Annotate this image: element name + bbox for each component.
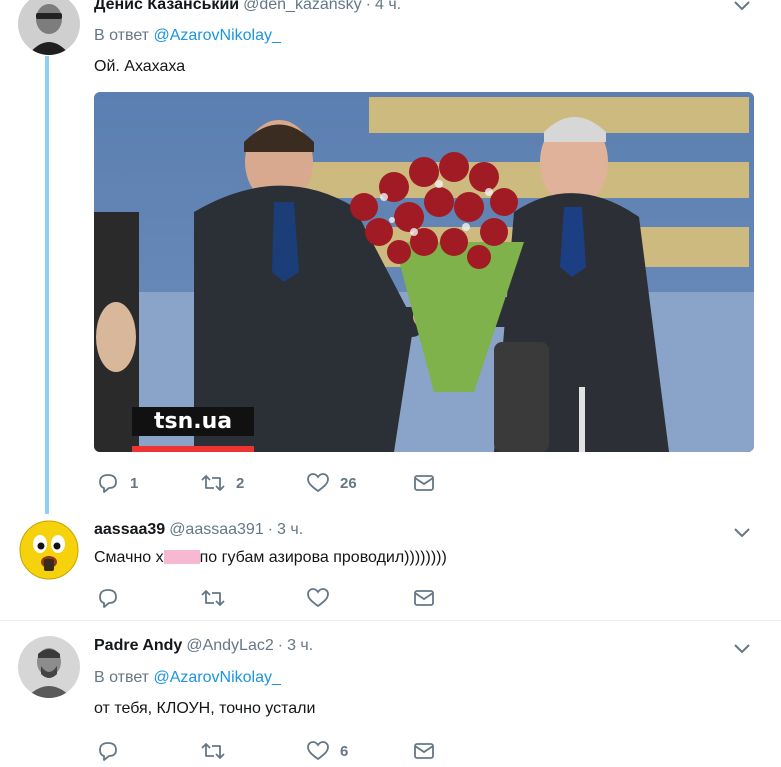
reply-button[interactable] bbox=[96, 739, 130, 763]
tweet-text-end: по губам азирова проводил)))))))) bbox=[199, 549, 447, 566]
tweet-text: от тебя, КЛОУН, точно устали bbox=[94, 700, 316, 717]
timestamp[interactable]: 3 ч. bbox=[277, 521, 303, 538]
reply-prefix: В ответ bbox=[94, 27, 150, 44]
display-name[interactable]: aassaa39 bbox=[94, 521, 165, 538]
tweet-text: Смачно х по губам азирова проводил)))))))… bbox=[94, 548, 447, 568]
like-button[interactable]: 6 bbox=[306, 739, 348, 763]
photo-handshake-bouquet bbox=[94, 92, 754, 452]
tweet-3[interactable]: Padre Andy @AndyLac2 · 3 ч. В ответ @Azarov… bbox=[0, 621, 781, 767]
watermark-bar bbox=[132, 446, 254, 452]
like-count: 26 bbox=[340, 474, 357, 492]
chevron-down-icon[interactable] bbox=[731, 0, 753, 16]
reply-button[interactable] bbox=[96, 586, 130, 610]
retweet-button[interactable]: 2 bbox=[200, 471, 244, 495]
avatar[interactable] bbox=[18, 519, 80, 581]
direct-message-icon bbox=[414, 743, 434, 759]
reply-count: 1 bbox=[130, 474, 139, 492]
avatar[interactable] bbox=[18, 0, 80, 55]
user-handle[interactable]: @den_kazansky bbox=[243, 0, 362, 13]
tweet-header: aassaa39 @aassaa391 · 3 ч. bbox=[94, 520, 303, 540]
user-handle[interactable]: @aassaa391 bbox=[169, 521, 264, 538]
direct-message-icon bbox=[414, 590, 434, 606]
retweet-count: 2 bbox=[236, 474, 245, 492]
reply-context: В ответ @AzarovNikolay_ bbox=[94, 26, 281, 46]
reply-to-link[interactable]: @AzarovNikolay_ bbox=[153, 27, 280, 44]
retweet-icon bbox=[201, 590, 225, 606]
like-button[interactable] bbox=[306, 586, 340, 610]
retweet-icon bbox=[201, 743, 225, 759]
like-count: 6 bbox=[340, 742, 349, 760]
reply-button[interactable]: 1 bbox=[96, 471, 138, 495]
chevron-down-icon[interactable] bbox=[731, 637, 753, 659]
direct-message-icon bbox=[414, 475, 434, 491]
tweet-header: Padre Andy @AndyLac2 · 3 ч. bbox=[94, 636, 313, 656]
display-name[interactable]: Padre Andy bbox=[94, 637, 182, 654]
timestamp[interactable]: 3 ч. bbox=[287, 637, 313, 654]
reply-icon bbox=[99, 589, 117, 608]
reply-prefix: В ответ bbox=[94, 669, 150, 686]
direct-message-button[interactable] bbox=[412, 739, 436, 763]
retweet-icon bbox=[201, 475, 225, 491]
tweet-actions: 6 bbox=[96, 739, 456, 763]
censored-word-block bbox=[163, 550, 200, 564]
reply-icon bbox=[99, 742, 117, 761]
like-button[interactable]: 26 bbox=[306, 471, 357, 495]
reply-icon bbox=[99, 474, 117, 493]
user-handle[interactable]: @AndyLac2 bbox=[186, 637, 273, 654]
retweet-button[interactable] bbox=[200, 586, 236, 610]
display-name[interactable]: Денис Казанський bbox=[94, 0, 239, 13]
tweet-text: Ой. Ахахаха bbox=[94, 58, 186, 75]
tsn-watermark: tsn.ua bbox=[132, 407, 255, 436]
tweet-actions: 1 2 26 bbox=[96, 471, 456, 495]
direct-message-button[interactable] bbox=[412, 586, 436, 610]
avatar[interactable] bbox=[18, 636, 80, 698]
tweet-actions bbox=[96, 586, 456, 610]
like-icon bbox=[307, 473, 329, 493]
reply-context: В ответ @AzarovNikolay_ bbox=[94, 668, 281, 688]
separator-dot: · bbox=[365, 0, 371, 13]
tweet-2[interactable]: aassaa39 @aassaa391 · 3 ч. Смачно х по губам… bbox=[0, 505, 781, 619]
tweet-text-start: Смачно х bbox=[94, 549, 164, 566]
separator-dot: · bbox=[267, 521, 274, 538]
timestamp[interactable]: 4 ч. bbox=[375, 0, 401, 13]
tweet-media-photo[interactable]: tsn.ua bbox=[94, 92, 754, 452]
direct-message-button[interactable] bbox=[412, 471, 436, 495]
chevron-down-icon[interactable] bbox=[731, 521, 753, 543]
reply-to-link[interactable]: @AzarovNikolay_ bbox=[153, 669, 280, 686]
like-icon bbox=[307, 588, 329, 608]
tweet-1[interactable]: Денис Казанський @den_kazansky · 4 ч. В отв… bbox=[0, 0, 781, 514]
separator-dot: · bbox=[277, 637, 284, 654]
tweet-header: Денис Казанський @den_kazansky · 4 ч. bbox=[94, 0, 401, 15]
like-icon bbox=[307, 741, 329, 761]
thread-connector-line bbox=[45, 56, 49, 514]
retweet-button[interactable] bbox=[200, 739, 236, 763]
